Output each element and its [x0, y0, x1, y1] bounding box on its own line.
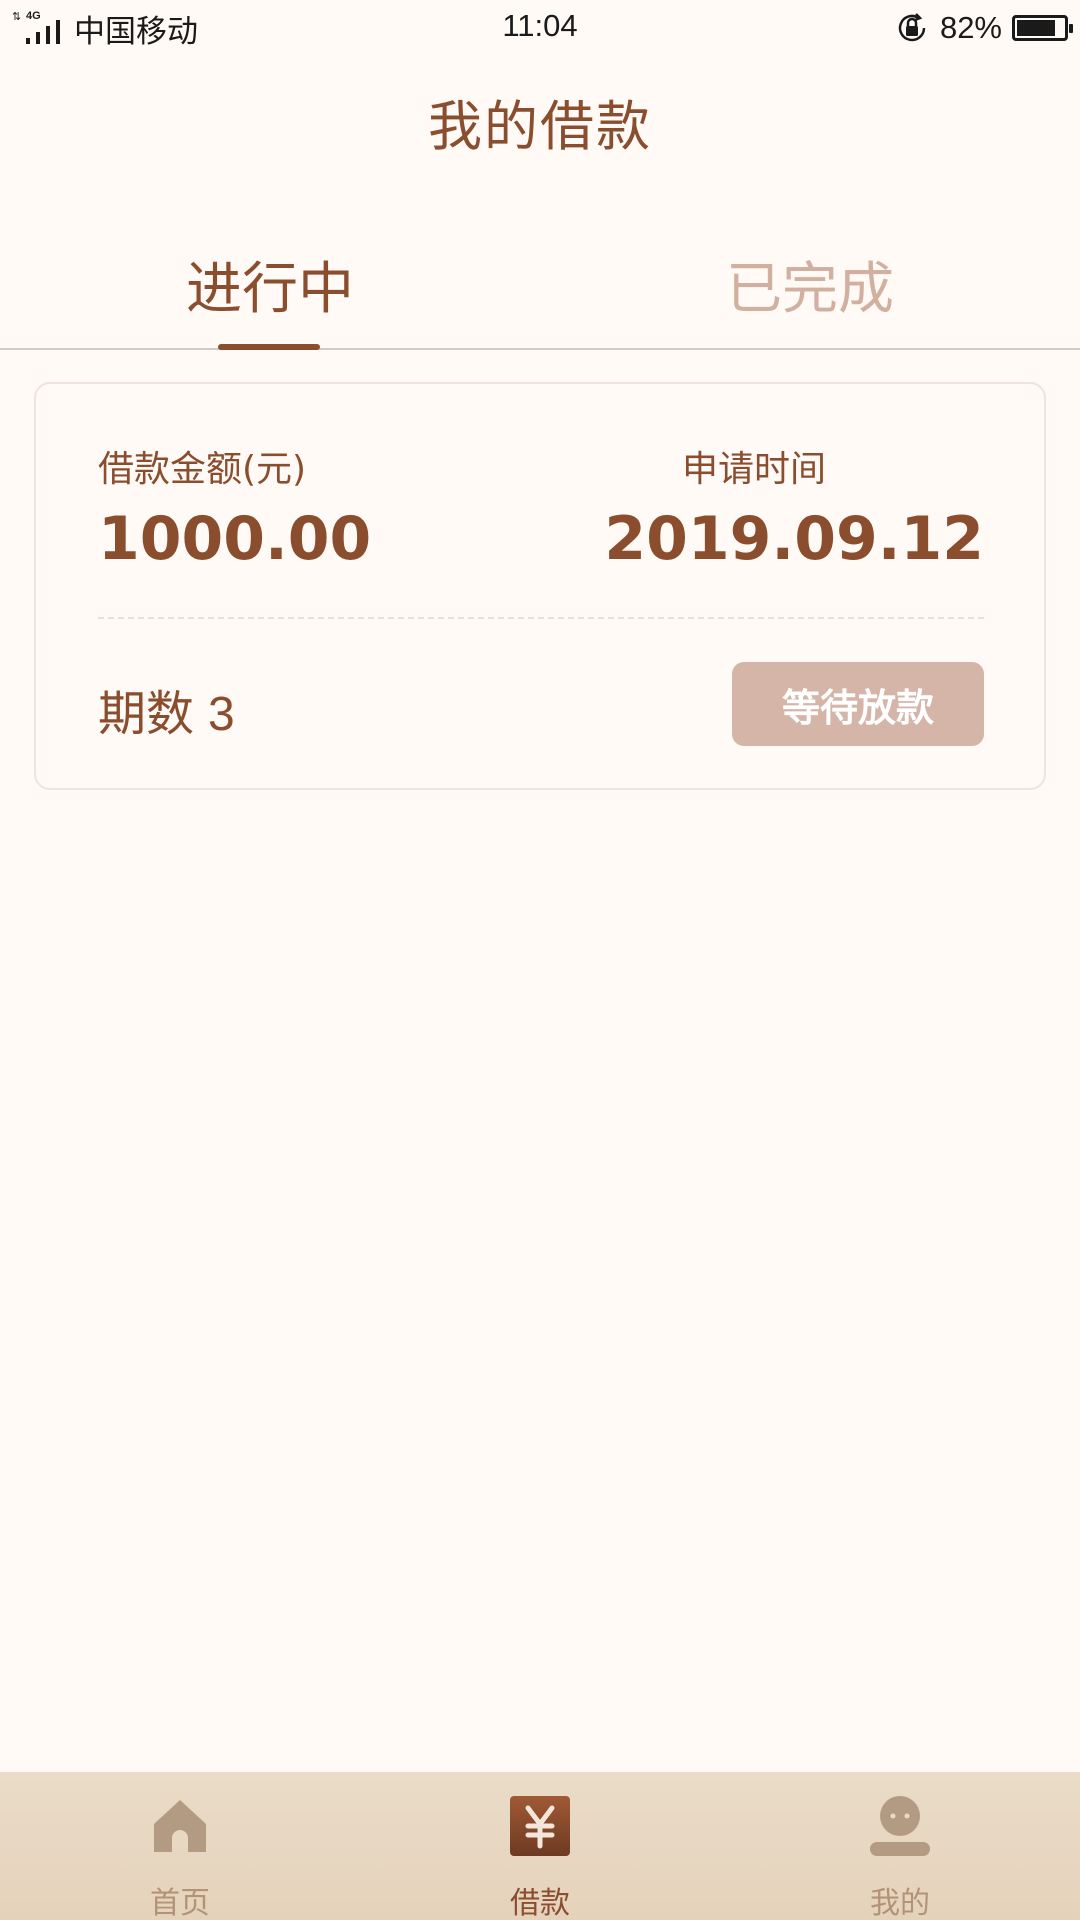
- loan-card[interactable]: 借款金额(元) 1000.00 申请时间 2019.09.12 期数 3 等待放款: [34, 382, 1046, 790]
- period-label: 期数: [98, 686, 195, 742]
- screen: ⇅ 4G 中国移动 11:04 82% 我的借款 进行中 已完成 借款金额(元)…: [0, 0, 1080, 1920]
- loan-amount-value: 1000.00: [98, 504, 372, 574]
- tab-active-indicator: [218, 344, 320, 350]
- nav-label-home: 首页: [150, 1886, 210, 1920]
- apply-time-value: 2019.09.12: [604, 504, 984, 574]
- bottom-nav: 首页 借款 我的: [0, 1772, 1080, 1920]
- nav-item-mine[interactable]: 我的: [800, 1794, 1000, 1920]
- period: 期数 3: [98, 674, 235, 744]
- battery-icon: [1012, 15, 1073, 41]
- nav-item-home[interactable]: 首页: [80, 1794, 280, 1920]
- battery-fill: [1017, 20, 1055, 36]
- yen-icon: [510, 1796, 570, 1856]
- awaiting-disbursement-button[interactable]: 等待放款: [732, 662, 984, 746]
- tab-bar: 进行中 已完成: [0, 230, 1080, 350]
- divider: [98, 617, 984, 619]
- status-bar: ⇅ 4G 中国移动 11:04 82%: [0, 0, 1080, 56]
- rotation-lock-icon: [898, 13, 926, 42]
- nav-label-mine: 我的: [870, 1886, 930, 1920]
- person-icon: [870, 1796, 930, 1856]
- home-icon: [154, 1800, 206, 1852]
- period-value: 3: [208, 688, 235, 741]
- loan-amount-label: 借款金额(元): [98, 449, 307, 490]
- status-right: 82%: [894, 8, 1073, 48]
- nav-label-loan: 借款: [510, 1886, 570, 1920]
- nav-item-loan[interactable]: 借款: [440, 1794, 640, 1920]
- battery-percent: 82%: [939, 10, 1002, 45]
- tab-in-progress[interactable]: 进行中: [0, 244, 540, 325]
- page-title: 我的借款: [428, 95, 652, 158]
- apply-time-label: 申请时间: [682, 449, 827, 490]
- tab-completed[interactable]: 已完成: [540, 244, 1080, 325]
